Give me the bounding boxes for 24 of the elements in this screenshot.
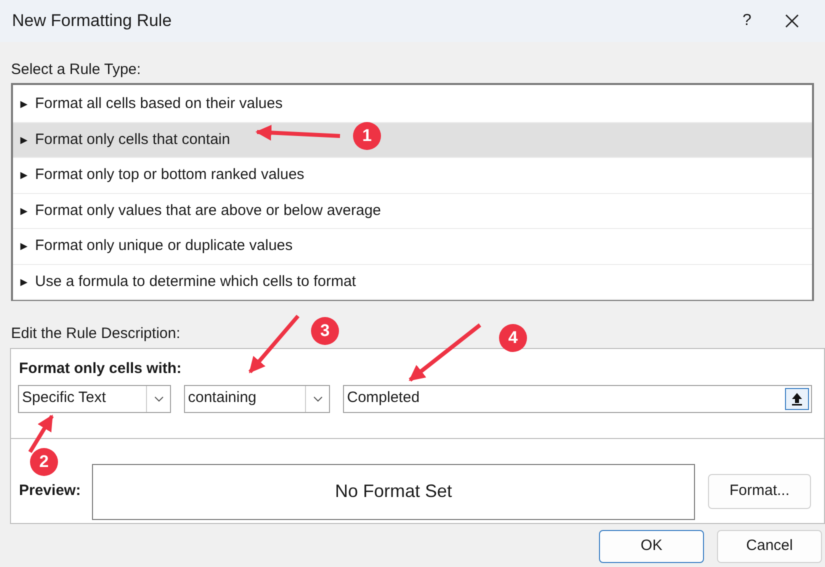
upload-arrow-icon [791,392,803,406]
preview-label: Preview: [19,481,82,502]
annotation-arrow [248,314,300,374]
format-button[interactable]: Format... [708,474,811,509]
text-input-field[interactable]: Completed [343,384,812,412]
chevron-down-icon [312,396,322,402]
annotation-badge: 3 [311,317,339,345]
collapse-dialog-button[interactable] [785,388,809,410]
chevron-down-icon [154,396,164,402]
annotation-badge: 4 [499,324,527,352]
panel-heading: Format only cells with: [19,359,182,379]
section-label: Edit the Rule Description: [10,324,180,344]
help-button[interactable]: ? [727,4,767,38]
rule-type-item[interactable]: ► Format only values that are above or below average [13,194,812,229]
dialog-button[interactable]: Cancel [717,530,822,563]
section-label: Select a Rule Type: [11,60,141,80]
operator-dropdown[interactable]: containing [184,384,330,412]
condition-dropdown[interactable]: Specific Text [18,384,171,412]
annotation-arrow [28,414,54,454]
dialog-button[interactable]: OK [599,530,704,563]
rule-type-item[interactable]: ► Use a formula to determine which cells to format [13,264,812,300]
close-icon [785,14,799,28]
window-title: New Formatting Rule [12,10,173,32]
preview-box: No Format Set [92,464,695,520]
